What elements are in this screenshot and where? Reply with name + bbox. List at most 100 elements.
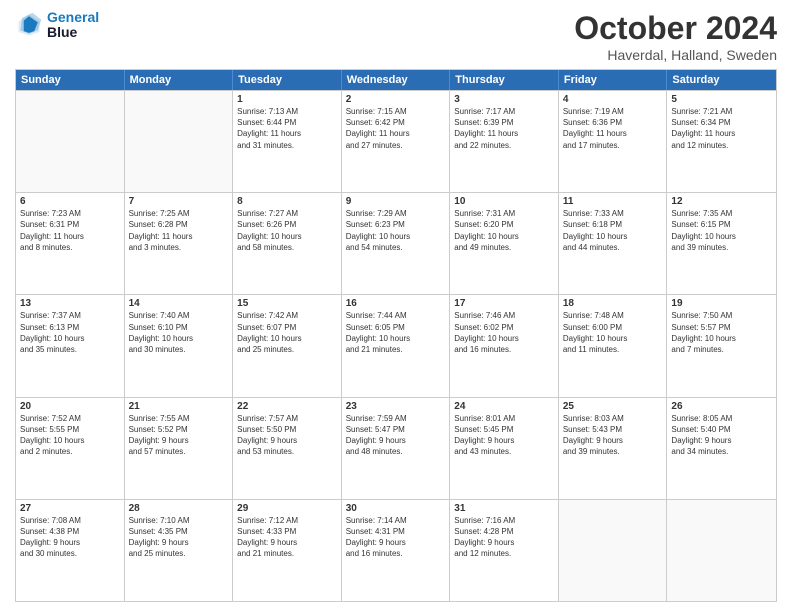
day-num-0-5: 4	[563, 94, 663, 105]
day-num-4-2: 29	[237, 503, 337, 514]
cell-text-3-4: Sunrise: 8:01 AM Sunset: 5:45 PM Dayligh…	[454, 413, 554, 458]
cell-text-2-0: Sunrise: 7:37 AM Sunset: 6:13 PM Dayligh…	[20, 310, 120, 355]
day-num-3-3: 23	[346, 401, 446, 412]
calendar-row-3: 20Sunrise: 7:52 AM Sunset: 5:55 PM Dayli…	[16, 397, 776, 499]
cal-cell-4-0: 27Sunrise: 7:08 AM Sunset: 4:38 PM Dayli…	[16, 500, 125, 601]
cal-cell-3-6: 26Sunrise: 8:05 AM Sunset: 5:40 PM Dayli…	[667, 398, 776, 499]
calendar-header: Sunday Monday Tuesday Wednesday Thursday…	[16, 70, 776, 90]
cell-text-3-1: Sunrise: 7:55 AM Sunset: 5:52 PM Dayligh…	[129, 413, 229, 458]
header-monday: Monday	[125, 70, 234, 90]
cell-text-0-5: Sunrise: 7:19 AM Sunset: 6:36 PM Dayligh…	[563, 106, 663, 151]
cal-cell-2-1: 14Sunrise: 7:40 AM Sunset: 6:10 PM Dayli…	[125, 295, 234, 396]
cell-text-1-4: Sunrise: 7:31 AM Sunset: 6:20 PM Dayligh…	[454, 208, 554, 253]
cell-text-2-2: Sunrise: 7:42 AM Sunset: 6:07 PM Dayligh…	[237, 310, 337, 355]
day-num-0-4: 3	[454, 94, 554, 105]
header-friday: Friday	[559, 70, 668, 90]
cell-text-2-6: Sunrise: 7:50 AM Sunset: 5:57 PM Dayligh…	[671, 310, 772, 355]
header-thursday: Thursday	[450, 70, 559, 90]
cal-cell-2-6: 19Sunrise: 7:50 AM Sunset: 5:57 PM Dayli…	[667, 295, 776, 396]
day-num-2-2: 15	[237, 298, 337, 309]
header-wednesday: Wednesday	[342, 70, 451, 90]
logo-line2: Blue	[47, 25, 99, 40]
cal-cell-1-0: 6Sunrise: 7:23 AM Sunset: 6:31 PM Daylig…	[16, 193, 125, 294]
cal-cell-2-3: 16Sunrise: 7:44 AM Sunset: 6:05 PM Dayli…	[342, 295, 451, 396]
cal-cell-3-0: 20Sunrise: 7:52 AM Sunset: 5:55 PM Dayli…	[16, 398, 125, 499]
page: General Blue October 2024 Haverdal, Hall…	[0, 0, 792, 612]
cal-cell-3-3: 23Sunrise: 7:59 AM Sunset: 5:47 PM Dayli…	[342, 398, 451, 499]
cell-text-1-0: Sunrise: 7:23 AM Sunset: 6:31 PM Dayligh…	[20, 208, 120, 253]
cell-text-3-3: Sunrise: 7:59 AM Sunset: 5:47 PM Dayligh…	[346, 413, 446, 458]
cal-cell-3-2: 22Sunrise: 7:57 AM Sunset: 5:50 PM Dayli…	[233, 398, 342, 499]
cell-text-3-2: Sunrise: 7:57 AM Sunset: 5:50 PM Dayligh…	[237, 413, 337, 458]
cal-cell-0-0	[16, 91, 125, 192]
cal-cell-4-5	[559, 500, 668, 601]
cell-text-1-3: Sunrise: 7:29 AM Sunset: 6:23 PM Dayligh…	[346, 208, 446, 253]
cell-text-2-1: Sunrise: 7:40 AM Sunset: 6:10 PM Dayligh…	[129, 310, 229, 355]
cal-cell-0-1	[125, 91, 234, 192]
day-num-3-4: 24	[454, 401, 554, 412]
day-num-2-3: 16	[346, 298, 446, 309]
cal-cell-1-1: 7Sunrise: 7:25 AM Sunset: 6:28 PM Daylig…	[125, 193, 234, 294]
cal-cell-2-0: 13Sunrise: 7:37 AM Sunset: 6:13 PM Dayli…	[16, 295, 125, 396]
day-num-4-3: 30	[346, 503, 446, 514]
cal-cell-1-4: 10Sunrise: 7:31 AM Sunset: 6:20 PM Dayli…	[450, 193, 559, 294]
day-num-4-1: 28	[129, 503, 229, 514]
cal-cell-4-6	[667, 500, 776, 601]
cell-text-1-1: Sunrise: 7:25 AM Sunset: 6:28 PM Dayligh…	[129, 208, 229, 253]
cal-cell-4-3: 30Sunrise: 7:14 AM Sunset: 4:31 PM Dayli…	[342, 500, 451, 601]
day-num-1-1: 7	[129, 196, 229, 207]
cal-cell-3-4: 24Sunrise: 8:01 AM Sunset: 5:45 PM Dayli…	[450, 398, 559, 499]
day-num-4-4: 31	[454, 503, 554, 514]
cal-cell-1-2: 8Sunrise: 7:27 AM Sunset: 6:26 PM Daylig…	[233, 193, 342, 294]
cal-cell-0-6: 5Sunrise: 7:21 AM Sunset: 6:34 PM Daylig…	[667, 91, 776, 192]
cell-text-1-6: Sunrise: 7:35 AM Sunset: 6:15 PM Dayligh…	[671, 208, 772, 253]
cell-text-4-2: Sunrise: 7:12 AM Sunset: 4:33 PM Dayligh…	[237, 515, 337, 560]
cal-cell-4-4: 31Sunrise: 7:16 AM Sunset: 4:28 PM Dayli…	[450, 500, 559, 601]
calendar-row-4: 27Sunrise: 7:08 AM Sunset: 4:38 PM Dayli…	[16, 499, 776, 601]
cell-text-2-5: Sunrise: 7:48 AM Sunset: 6:00 PM Dayligh…	[563, 310, 663, 355]
logo-icon	[15, 11, 43, 39]
day-num-3-0: 20	[20, 401, 120, 412]
cell-text-3-6: Sunrise: 8:05 AM Sunset: 5:40 PM Dayligh…	[671, 413, 772, 458]
day-num-0-2: 1	[237, 94, 337, 105]
day-num-3-2: 22	[237, 401, 337, 412]
day-num-1-0: 6	[20, 196, 120, 207]
header-tuesday: Tuesday	[233, 70, 342, 90]
day-num-2-5: 18	[563, 298, 663, 309]
cal-cell-0-4: 3Sunrise: 7:17 AM Sunset: 6:39 PM Daylig…	[450, 91, 559, 192]
cal-cell-0-5: 4Sunrise: 7:19 AM Sunset: 6:36 PM Daylig…	[559, 91, 668, 192]
day-num-2-4: 17	[454, 298, 554, 309]
day-num-3-5: 25	[563, 401, 663, 412]
cell-text-4-1: Sunrise: 7:10 AM Sunset: 4:35 PM Dayligh…	[129, 515, 229, 560]
day-num-4-0: 27	[20, 503, 120, 514]
day-num-3-1: 21	[129, 401, 229, 412]
cell-text-0-4: Sunrise: 7:17 AM Sunset: 6:39 PM Dayligh…	[454, 106, 554, 151]
cal-cell-4-2: 29Sunrise: 7:12 AM Sunset: 4:33 PM Dayli…	[233, 500, 342, 601]
cal-cell-3-5: 25Sunrise: 8:03 AM Sunset: 5:43 PM Dayli…	[559, 398, 668, 499]
cell-text-3-5: Sunrise: 8:03 AM Sunset: 5:43 PM Dayligh…	[563, 413, 663, 458]
subtitle: Haverdal, Halland, Sweden	[574, 47, 777, 63]
cell-text-4-0: Sunrise: 7:08 AM Sunset: 4:38 PM Dayligh…	[20, 515, 120, 560]
day-num-1-6: 12	[671, 196, 772, 207]
main-title: October 2024	[574, 10, 777, 47]
day-num-0-3: 2	[346, 94, 446, 105]
header-sunday: Sunday	[16, 70, 125, 90]
day-num-1-3: 9	[346, 196, 446, 207]
logo-text: General Blue	[47, 10, 99, 41]
day-num-2-0: 13	[20, 298, 120, 309]
cell-text-1-2: Sunrise: 7:27 AM Sunset: 6:26 PM Dayligh…	[237, 208, 337, 253]
cal-cell-4-1: 28Sunrise: 7:10 AM Sunset: 4:35 PM Dayli…	[125, 500, 234, 601]
cal-cell-2-2: 15Sunrise: 7:42 AM Sunset: 6:07 PM Dayli…	[233, 295, 342, 396]
cal-cell-3-1: 21Sunrise: 7:55 AM Sunset: 5:52 PM Dayli…	[125, 398, 234, 499]
cell-text-4-4: Sunrise: 7:16 AM Sunset: 4:28 PM Dayligh…	[454, 515, 554, 560]
calendar-row-2: 13Sunrise: 7:37 AM Sunset: 6:13 PM Dayli…	[16, 294, 776, 396]
day-num-0-6: 5	[671, 94, 772, 105]
day-num-1-5: 11	[563, 196, 663, 207]
cell-text-0-6: Sunrise: 7:21 AM Sunset: 6:34 PM Dayligh…	[671, 106, 772, 151]
day-num-2-6: 19	[671, 298, 772, 309]
cal-cell-0-2: 1Sunrise: 7:13 AM Sunset: 6:44 PM Daylig…	[233, 91, 342, 192]
calendar-row-0: 1Sunrise: 7:13 AM Sunset: 6:44 PM Daylig…	[16, 90, 776, 192]
header-saturday: Saturday	[667, 70, 776, 90]
calendar-row-1: 6Sunrise: 7:23 AM Sunset: 6:31 PM Daylig…	[16, 192, 776, 294]
title-block: October 2024 Haverdal, Halland, Sweden	[574, 10, 777, 63]
